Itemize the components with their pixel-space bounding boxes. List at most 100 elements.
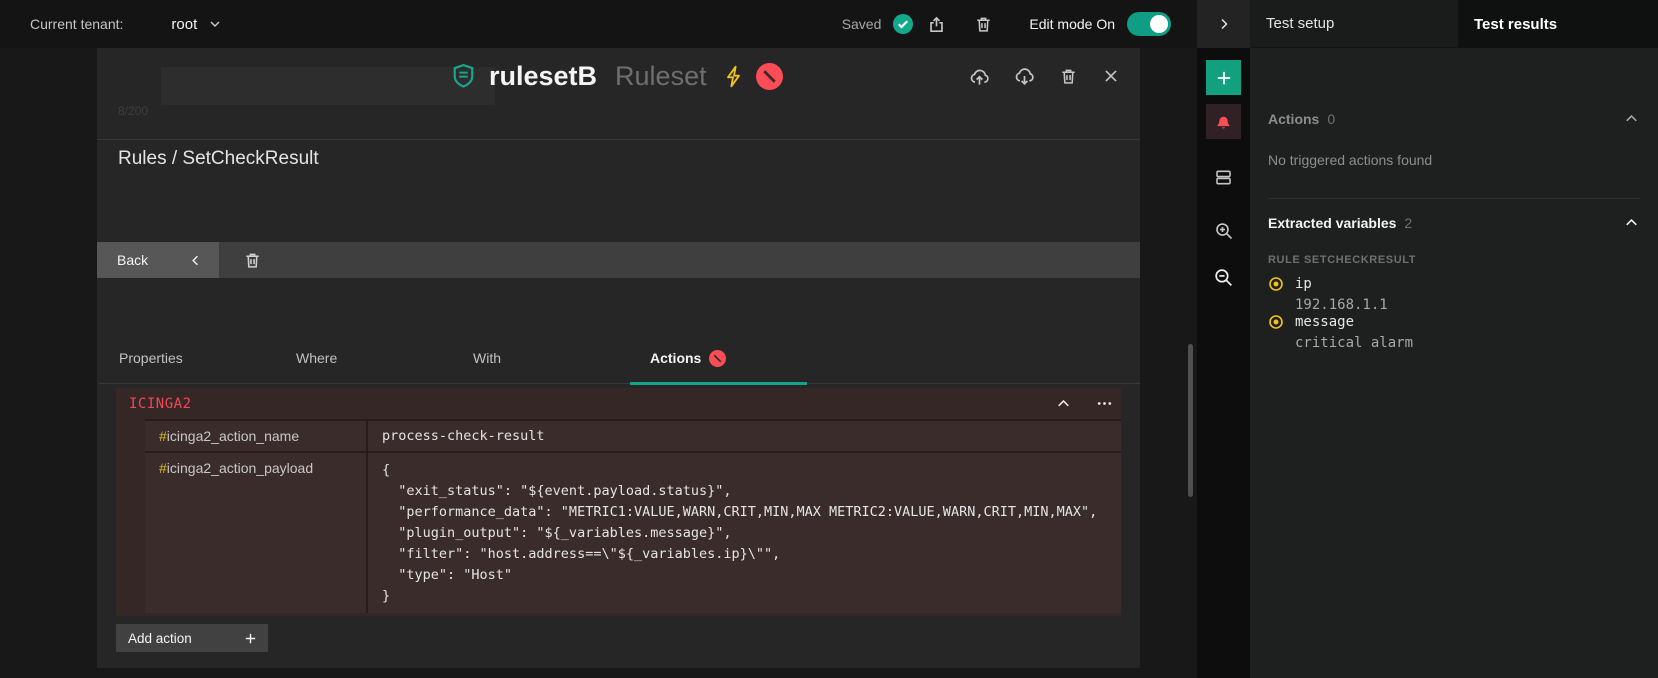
- overflow-menu-icon: [1096, 395, 1113, 412]
- tenant-select[interactable]: root: [171, 16, 223, 33]
- topbar-actions: Saved Edit mode On: [842, 12, 1171, 36]
- saved-status-label: Saved: [842, 16, 882, 32]
- edit-mode-label: Edit mode On: [1029, 16, 1115, 32]
- tab-properties[interactable]: Properties: [99, 337, 276, 384]
- tab-actions[interactable]: Actions: [630, 337, 807, 384]
- action-overflow-menu-button[interactable]: [1096, 395, 1113, 412]
- back-button[interactable]: Back: [97, 242, 219, 278]
- lightning-icon: [723, 64, 744, 89]
- zoom-out-icon: [1213, 267, 1234, 288]
- tab-test-results[interactable]: Test results: [1458, 0, 1658, 48]
- top-bar: Current tenant: root Saved Edit mode On: [0, 0, 1197, 48]
- current-tenant-label: Current tenant:: [30, 16, 123, 32]
- shield-icon: [451, 63, 476, 90]
- trash-icon: [974, 15, 993, 34]
- export-ruleset-button[interactable]: [1014, 66, 1035, 87]
- actions-count: 0: [1327, 111, 1335, 127]
- variables-section-title: Extracted variables2: [1268, 215, 1412, 231]
- tab-with[interactable]: With: [453, 337, 630, 384]
- collapse-panel-button[interactable]: [1197, 0, 1250, 48]
- blocked-icon: [709, 350, 726, 367]
- bell-icon: [1214, 112, 1233, 131]
- ruleset-title-row: rulesetB Ruleset: [97, 48, 1140, 104]
- cloud-upload-icon: [969, 66, 990, 87]
- toggle-knob: [1150, 15, 1168, 33]
- vertical-scrollbar[interactable]: [1188, 344, 1193, 497]
- edit-mode-toggle[interactable]: [1127, 12, 1171, 36]
- table-row: #icinga2_action_name process-check-resul…: [145, 419, 1121, 451]
- tab-where[interactable]: Where: [276, 337, 453, 384]
- layout-rows-button[interactable]: [1197, 162, 1250, 192]
- payload-json: { "exit_status": "${event.payload.status…: [382, 460, 1111, 607]
- zoom-in-button[interactable]: [1197, 216, 1250, 246]
- trash-icon: [1059, 67, 1078, 86]
- zoom-out-button[interactable]: [1197, 262, 1250, 292]
- add-action-button[interactable]: Add action: [116, 624, 268, 652]
- blocked-icon: [756, 63, 783, 90]
- tab-test-setup[interactable]: Test setup: [1250, 0, 1458, 48]
- delete-button[interactable]: [974, 15, 993, 34]
- param-key-action-payload[interactable]: #icinga2_action_payload: [145, 453, 368, 613]
- section-divider: [1268, 198, 1640, 199]
- import-ruleset-button[interactable]: [969, 66, 990, 87]
- saved-check-icon: [893, 14, 913, 34]
- add-action-label: Add action: [128, 631, 192, 646]
- title-badges: [723, 63, 783, 90]
- test-results-content: Actions0 No triggered actions found Extr…: [1250, 48, 1658, 678]
- ruleset-editor-panel: rulesetB Ruleset: [97, 48, 1140, 668]
- rule-toolbar: Back: [97, 242, 1140, 278]
- ruleset-name[interactable]: rulesetB: [489, 61, 597, 92]
- chevron-up-icon: [1623, 214, 1640, 231]
- plus-icon: [1215, 69, 1233, 87]
- rule-group-label: RULE SETCHECKRESULT: [1268, 254, 1640, 266]
- list-item: ip: [1268, 276, 1312, 292]
- chevron-up-icon: [1623, 110, 1640, 127]
- title-char-count: 8/200: [118, 104, 148, 118]
- chevron-up-icon: [1055, 395, 1072, 412]
- ruleset-type-label: Ruleset: [615, 61, 707, 92]
- panel-header-actions: [969, 66, 1120, 87]
- close-panel-button[interactable]: [1102, 67, 1120, 85]
- param-value-action-name[interactable]: process-check-result: [368, 421, 1121, 451]
- cloud-download-icon: [1014, 66, 1035, 87]
- variable-name: message: [1295, 314, 1354, 330]
- delete-rule-button[interactable]: [243, 251, 262, 270]
- icinga2-action-card: ICINGA2 #icinga2_action_name process-che…: [116, 388, 1121, 616]
- export-button[interactable]: [927, 15, 946, 34]
- param-key-action-name[interactable]: #icinga2_action_name: [145, 421, 368, 451]
- side-icon-strip: [1197, 0, 1250, 678]
- notifications-button[interactable]: [1206, 104, 1241, 139]
- breadcrumb: Rules / SetCheckResult: [118, 148, 319, 170]
- chevron-left-icon: [188, 253, 203, 268]
- variables-section-header: Extracted variables2: [1268, 214, 1640, 231]
- chevron-down-icon: [207, 16, 223, 32]
- no-actions-message: No triggered actions found: [1268, 152, 1640, 168]
- variables-count: 2: [1404, 215, 1412, 231]
- radio-marker-icon: [1268, 276, 1284, 292]
- test-panel-tabs: Test setup Test results: [1250, 0, 1658, 48]
- rule-tabs: Properties Where With Actions: [99, 337, 1140, 384]
- export-icon: [927, 15, 946, 34]
- test-panel: Test setup Test results Actions0 No trig…: [1250, 0, 1658, 678]
- active-tab-underline: [630, 382, 807, 385]
- variable-name: ip: [1295, 276, 1312, 292]
- collapse-action-button[interactable]: [1055, 395, 1072, 412]
- radio-marker-icon: [1268, 314, 1284, 330]
- collapse-variables-section-button[interactable]: [1623, 214, 1640, 231]
- variable-value: 192.168.1.1: [1295, 297, 1388, 313]
- delete-ruleset-button[interactable]: [1059, 67, 1078, 86]
- tenant-value: root: [171, 16, 197, 33]
- table-row: #icinga2_action_payload { "exit_status":…: [145, 451, 1121, 613]
- plus-icon: [243, 631, 258, 646]
- variable-value: critical alarm: [1295, 335, 1413, 351]
- add-test-event-button[interactable]: [1206, 60, 1241, 95]
- actions-section-header: Actions0: [1268, 110, 1640, 127]
- back-button-label: Back: [117, 252, 148, 268]
- collapse-actions-section-button[interactable]: [1623, 110, 1640, 127]
- param-value-action-payload[interactable]: { "exit_status": "${event.payload.status…: [368, 453, 1121, 613]
- title-input-field[interactable]: [161, 67, 495, 105]
- action-type-title: ICINGA2: [129, 396, 192, 412]
- chevron-right-icon: [1216, 16, 1232, 32]
- zoom-in-icon: [1214, 221, 1234, 241]
- header-divider: [97, 139, 1140, 140]
